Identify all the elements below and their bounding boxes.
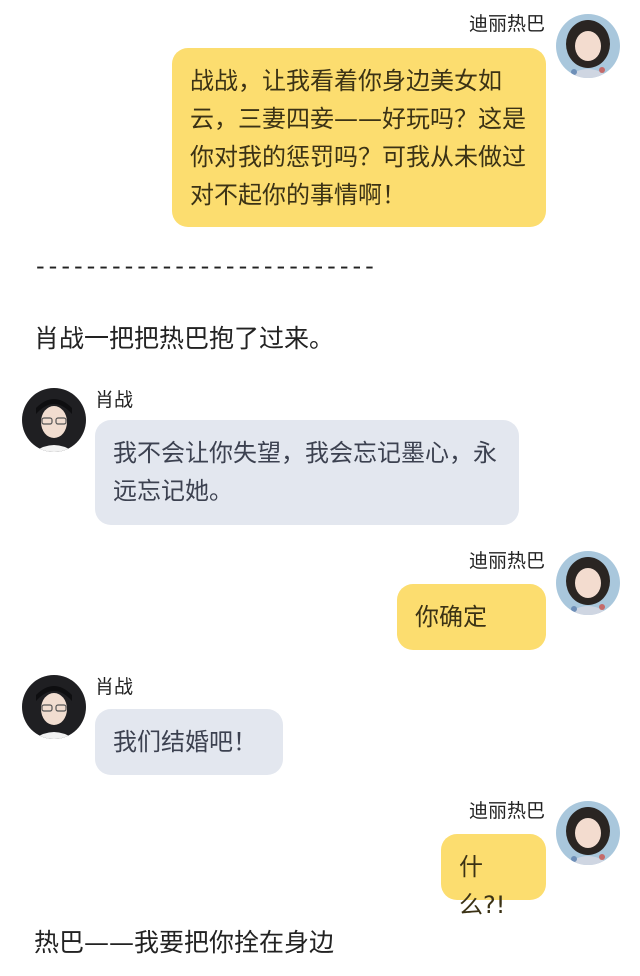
sender-name-dilireba: 迪丽热巴 — [468, 13, 545, 35]
sender-name-xiaozhan: 肖战 — [95, 389, 134, 411]
sender-name-xiaozhan: 肖战 — [95, 676, 134, 698]
sender-name-dilireba: 迪丽热巴 — [468, 550, 545, 572]
message-bubble-5: 什么?! — [441, 834, 546, 919]
avatar-dilireba[interactable] — [556, 551, 620, 615]
avatar-xiaozhan[interactable] — [22, 388, 86, 452]
avatar-dilireba[interactable] — [556, 14, 620, 78]
sender-name-dilireba: 迪丽热巴 — [468, 800, 545, 822]
avatar-dilireba[interactable] — [556, 801, 620, 865]
message-bubble-2: 我不会让你失望，我会忘记墨心，永远忘记她。 — [95, 420, 519, 525]
narration-text-2: 热巴——我要把你拴在身边 — [34, 928, 335, 957]
message-bubble-1: 战战，让我看着你身边美女如云，三妻四妾——好玩吗？这是你对我的惩罚吗？可我从未做… — [172, 48, 546, 227]
divider-line: --------------------------- — [36, 252, 378, 280]
avatar-xiaozhan[interactable] — [22, 675, 86, 739]
message-bubble-4: 我们结婚吧！ — [95, 709, 283, 775]
narration-text-1: 肖战一把把热巴抱了过来。 — [34, 324, 335, 353]
message-bubble-3: 你确定 — [397, 584, 546, 650]
